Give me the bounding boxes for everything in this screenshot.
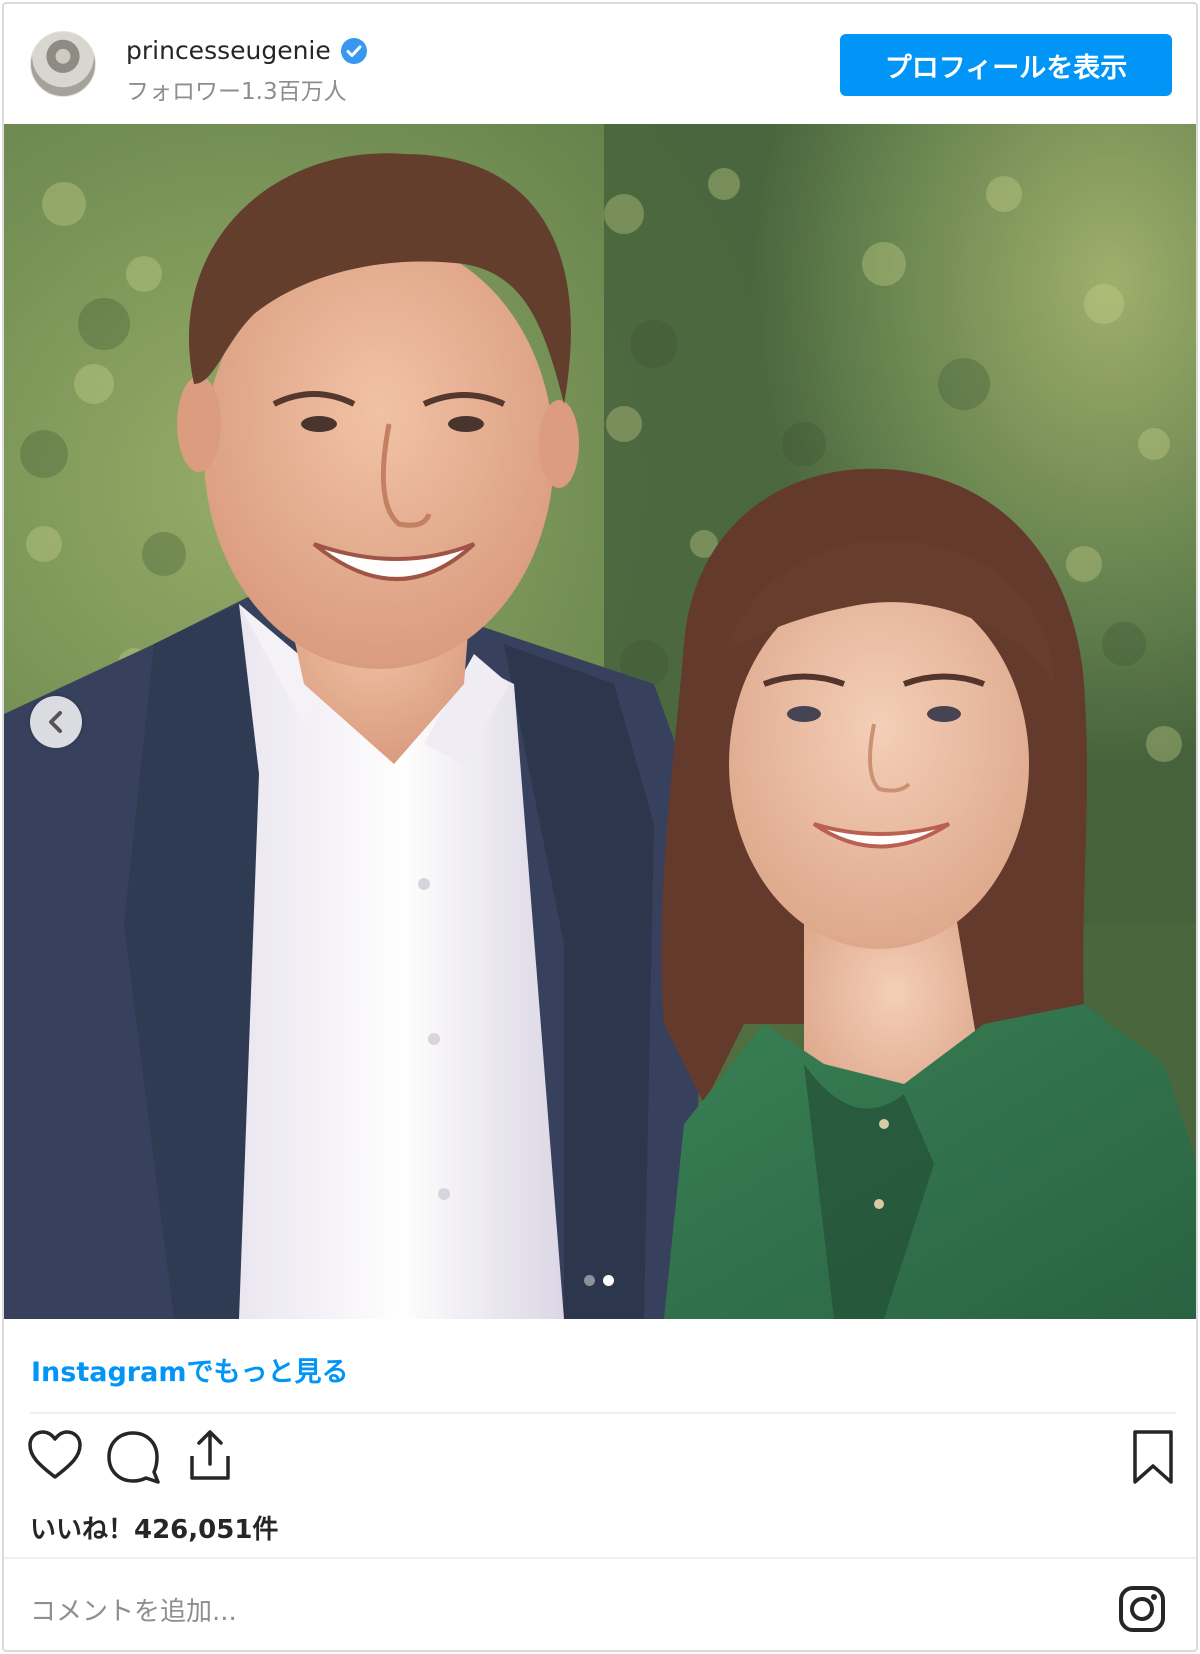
username[interactable]: princesseugenie — [126, 36, 331, 65]
carousel-indicator — [584, 1275, 614, 1286]
couple-photo — [4, 124, 1196, 1319]
like-count[interactable]: いいね！426,051件 — [30, 1509, 278, 1546]
username-row: princesseugenie — [126, 36, 367, 65]
avatar[interactable] — [30, 31, 96, 97]
share-icon[interactable] — [184, 1428, 236, 1484]
chevron-left-icon — [49, 711, 62, 733]
heart-icon[interactable] — [26, 1428, 84, 1482]
divider — [30, 1412, 1176, 1414]
view-more-on-instagram-link[interactable]: Instagramでもっと見る — [31, 1350, 348, 1389]
bookmark-icon[interactable] — [1130, 1428, 1176, 1486]
instagram-embed-card: princesseugenie フォロワー1.3百万人 プロフィールを表示 In… — [2, 2, 1198, 1652]
carousel-dot — [584, 1275, 595, 1286]
add-comment-input[interactable]: コメントを追加... — [30, 1591, 237, 1628]
carousel-dot-active — [603, 1275, 614, 1286]
verified-badge-icon — [340, 37, 367, 64]
previous-slide-button[interactable] — [30, 696, 82, 748]
comment-box: コメントを追加... — [4, 1557, 1196, 1650]
action-bar — [4, 1428, 1196, 1498]
follower-count: フォロワー1.3百万人 — [126, 79, 347, 105]
comment-icon[interactable] — [104, 1428, 162, 1486]
instagram-logo-icon[interactable] — [1118, 1585, 1166, 1633]
post-photo[interactable] — [4, 124, 1196, 1319]
view-profile-button[interactable]: プロフィールを表示 — [840, 34, 1172, 96]
post-header: princesseugenie フォロワー1.3百万人 プロフィールを表示 — [4, 4, 1196, 124]
